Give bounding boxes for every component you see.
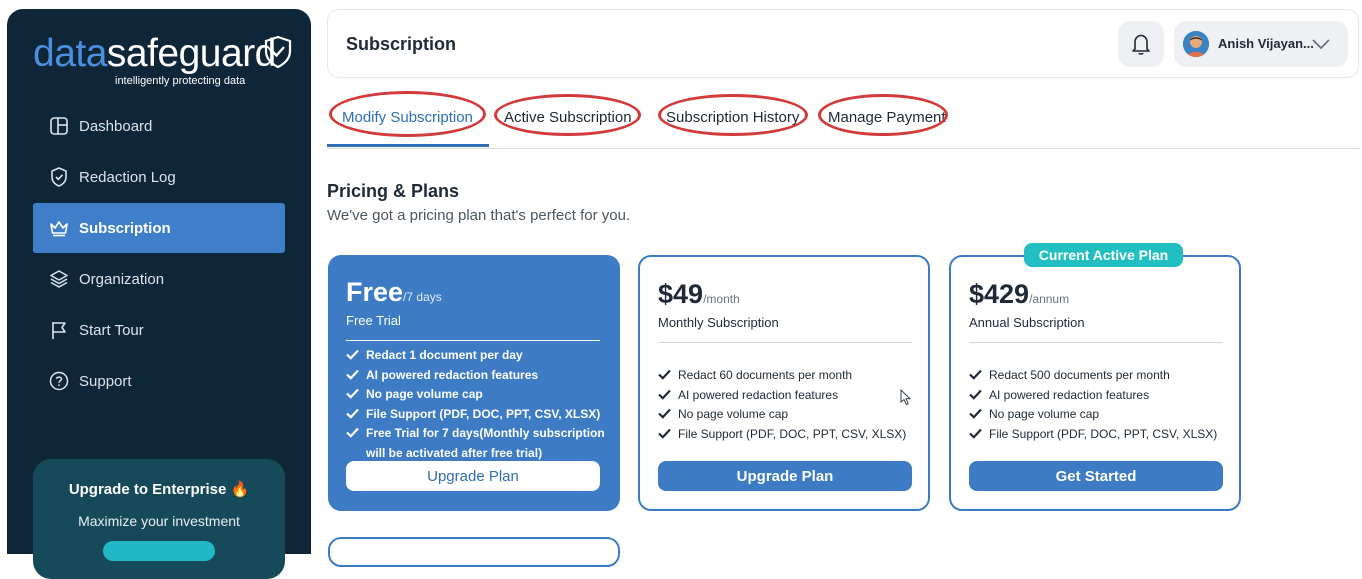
subscription-tabs: Modify Subscription Active Subscription … (327, 91, 1359, 149)
check-icon (346, 369, 359, 380)
dashboard-icon (49, 116, 69, 136)
user-name: Anish Vijayan... (1218, 36, 1314, 51)
feature-list: Redact 500 documents per month AI powere… (969, 366, 1231, 444)
logo[interactable]: datasafeguard intelligently protecting d… (33, 31, 295, 93)
check-icon (346, 349, 359, 360)
section-title: Pricing & Plans (327, 181, 460, 201)
feature-item: Redact 60 documents per month (658, 366, 920, 386)
active-tab-indicator (327, 144, 489, 147)
chevron-down-icon (1312, 39, 1330, 50)
sidebar-item-support[interactable]: Support (33, 356, 285, 406)
bell-icon (1132, 34, 1150, 55)
annotation-oval (658, 94, 808, 136)
check-icon (969, 369, 982, 380)
plan-card-free: Free/7 days Free Trial Redact 1 document… (328, 255, 620, 511)
check-icon (658, 369, 671, 380)
plan-name: Annual Subscription (969, 315, 1085, 330)
annotation-oval (494, 94, 641, 136)
sidebar: datasafeguard intelligently protecting d… (7, 9, 311, 579)
divider (346, 340, 600, 341)
sidebar-item-label: Start Tour (79, 321, 144, 339)
check-icon (658, 428, 671, 439)
header: Subscription Anish Vijayan... (327, 9, 1359, 78)
upgrade-subtitle: Maximize your investment (78, 513, 240, 529)
flag-icon (49, 320, 69, 340)
feature-item: Redact 500 documents per month (969, 366, 1231, 386)
sidebar-item-organization[interactable]: Organization (33, 254, 285, 304)
sidebar-item-label: Subscription (79, 219, 171, 237)
divider (658, 342, 912, 343)
sidebar-item-label: Organization (79, 270, 165, 288)
avatar (1183, 31, 1209, 57)
sidebar-item-subscription[interactable]: Subscription (33, 203, 285, 253)
check-icon (969, 428, 982, 439)
plan-name: Monthly Subscription (658, 315, 779, 330)
upgrade-card: Upgrade to Enterprise 🔥 Maximize your in… (33, 459, 285, 579)
upgrade-button[interactable] (103, 541, 215, 561)
user-menu[interactable]: Anish Vijayan... (1174, 21, 1348, 67)
divider (969, 342, 1223, 343)
plan-name: Free Trial (346, 313, 401, 328)
feature-item: Redact 1 document per day (346, 346, 608, 366)
feature-item: Free Trial for 7 days(Monthly subscripti… (346, 424, 608, 463)
plan-price: $429/annum (969, 279, 1070, 309)
feature-list: Redact 1 document per day AI powered red… (346, 346, 608, 464)
page-title: Subscription (346, 34, 457, 54)
plan-price: $49/month (658, 279, 740, 309)
feature-item: File Support (PDF, DOC, PPT, CSV, XLSX) (346, 405, 608, 425)
sidebar-item-redaction-log[interactable]: Redaction Log (33, 152, 285, 202)
feature-item: File Support (PDF, DOC, PPT, CSV, XLSX) (658, 425, 920, 445)
section-subtitle: We've got a pricing plan that's perfect … (327, 207, 631, 224)
plan-card-partial (328, 537, 620, 567)
feature-list: Redact 60 documents per month AI powered… (658, 366, 920, 444)
check-icon (346, 388, 359, 399)
check-icon (346, 428, 359, 439)
upgrade-plan-button[interactable]: Upgrade Plan (346, 461, 600, 491)
plan-card-annual: Current Active Plan $429/annum Annual Su… (949, 243, 1241, 511)
sidebar-item-start-tour[interactable]: Start Tour (33, 305, 285, 355)
feature-item: No page volume cap (969, 405, 1231, 425)
check-icon (658, 408, 671, 419)
plan-price: Free/7 days (346, 277, 442, 307)
check-icon (346, 408, 359, 419)
current-plan-badge: Current Active Plan (1024, 243, 1183, 267)
logo-wordmark: datasafeguard (33, 32, 276, 75)
feature-item: File Support (PDF, DOC, PPT, CSV, XLSX) (969, 425, 1231, 445)
get-started-button[interactable]: Get Started (969, 461, 1223, 491)
shield-check-icon (264, 35, 292, 69)
feature-item: No page volume cap (658, 405, 920, 425)
shield-check-icon (49, 167, 69, 187)
sidebar-item-label: Redaction Log (79, 168, 176, 186)
layers-icon (49, 269, 69, 289)
notifications-button[interactable] (1118, 21, 1164, 67)
sidebar-item-dashboard[interactable]: Dashboard (33, 101, 285, 151)
feature-item: AI powered redaction features (969, 386, 1231, 406)
logo-tagline: intelligently protecting data (115, 75, 246, 87)
mouse-cursor-icon (900, 389, 912, 406)
upgrade-plan-button[interactable]: Upgrade Plan (658, 461, 912, 491)
feature-item: AI powered redaction features (658, 386, 920, 406)
sidebar-item-label: Support (79, 372, 132, 390)
sidebar-item-label: Dashboard (79, 117, 153, 135)
check-icon (969, 408, 982, 419)
feature-item: No page volume cap (346, 385, 608, 405)
annotation-oval (329, 91, 486, 137)
feature-item: AI powered redaction features (346, 366, 608, 386)
plan-card-monthly: $49/month Monthly Subscription Redact 60… (638, 255, 930, 511)
check-icon (658, 389, 671, 400)
upgrade-title: Upgrade to Enterprise 🔥 (68, 481, 250, 498)
annotation-oval (818, 94, 948, 136)
crown-icon (49, 218, 69, 238)
help-circle-icon (49, 371, 69, 391)
check-icon (969, 389, 982, 400)
